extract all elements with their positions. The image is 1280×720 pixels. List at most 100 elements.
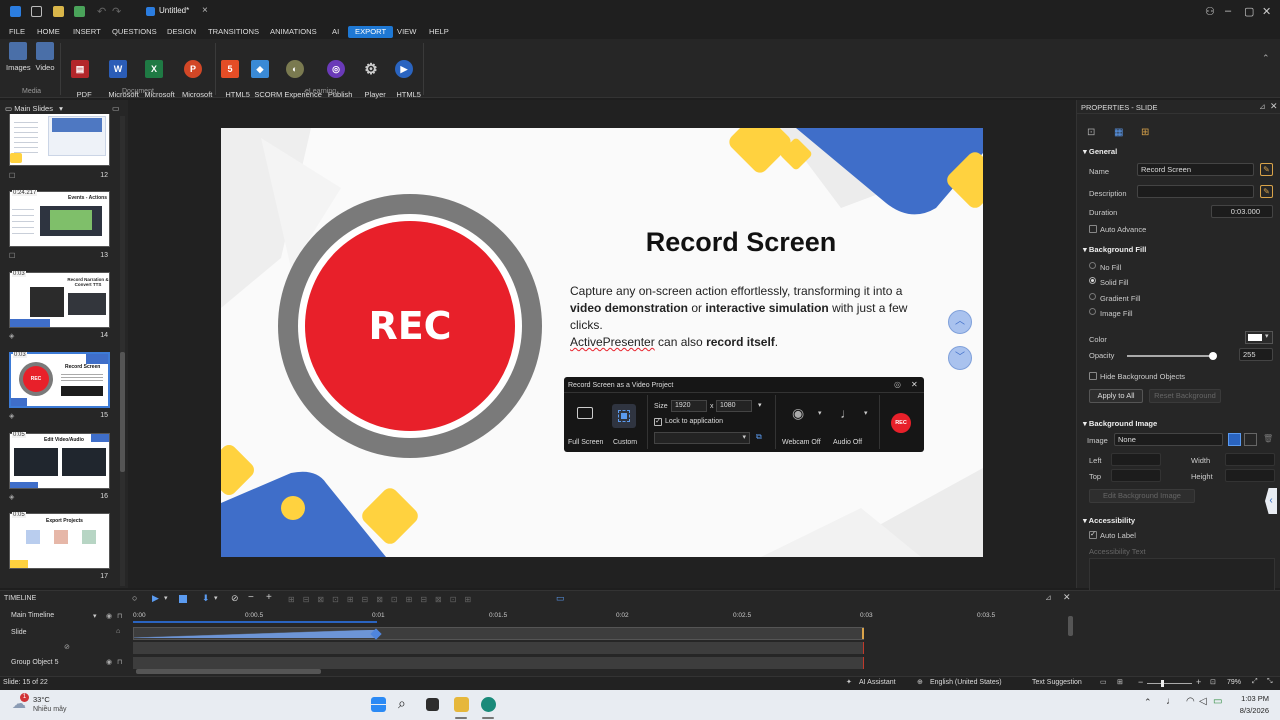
export-images-button[interactable]: Images bbox=[6, 42, 31, 72]
no-fill-radio[interactable] bbox=[1089, 262, 1096, 269]
gradient-fill-radio[interactable] bbox=[1089, 293, 1096, 300]
export-video-button[interactable]: Video bbox=[34, 42, 56, 72]
microphone-tray-icon[interactable]: ♩ bbox=[1166, 696, 1176, 707]
recorder-dialog[interactable]: Record Screen as a Video Project ◎ ✕ Ful… bbox=[564, 377, 924, 452]
undo-icon[interactable]: ↶ bbox=[97, 5, 106, 18]
solid-fill-label[interactable]: Solid Fill bbox=[1100, 278, 1128, 287]
marker-dropdown-icon[interactable]: ▾ bbox=[214, 594, 218, 602]
slide-track[interactable] bbox=[133, 627, 864, 640]
play-timeline-icon[interactable]: ▶ bbox=[152, 593, 159, 604]
account-icon[interactable]: ⚇ bbox=[1205, 5, 1215, 18]
marker-icon[interactable]: ⬇ bbox=[202, 593, 210, 604]
clock-date[interactable]: 8/3/2026 bbox=[1233, 706, 1269, 715]
zoom-out-icon[interactable]: − bbox=[1138, 677, 1143, 687]
left-input[interactable] bbox=[1111, 453, 1161, 466]
weather-status[interactable]: Nhiều mây bbox=[33, 706, 66, 713]
timeline-pin-icon[interactable]: ⊿ bbox=[1045, 593, 1052, 602]
zoom-slider[interactable] bbox=[1147, 680, 1192, 687]
temperature[interactable]: 33°C bbox=[33, 695, 50, 704]
auto-label-checkbox[interactable]: ✓ bbox=[1089, 531, 1097, 539]
grid-view-icon[interactable]: ⊞ bbox=[1117, 678, 1123, 686]
zoom-in-icon[interactable]: + bbox=[1196, 677, 1201, 687]
redo-icon[interactable]: ↷ bbox=[112, 5, 121, 18]
save-icon[interactable] bbox=[74, 6, 85, 17]
microphone-icon[interactable]: ♩ bbox=[840, 405, 854, 421]
scroll-down-button[interactable]: ﹀ bbox=[948, 346, 972, 370]
battery-icon[interactable]: ▭ bbox=[1213, 696, 1222, 707]
slides-scrollbar[interactable] bbox=[120, 116, 125, 586]
opacity-slider-thumb[interactable] bbox=[1209, 352, 1217, 360]
description-input[interactable] bbox=[1137, 185, 1254, 198]
fit-window-icon[interactable]: ⊡ bbox=[1210, 678, 1216, 686]
timeline-row-2[interactable]: ⊘ bbox=[0, 642, 1076, 656]
slide-thumbnail-16[interactable]: 0:05 Edit Video/Audio bbox=[9, 432, 110, 489]
image-fill-radio[interactable] bbox=[1089, 308, 1096, 315]
background-fill-section[interactable]: ▾ Background Fill bbox=[1083, 245, 1146, 254]
language-button[interactable]: English (United States) bbox=[930, 679, 1002, 686]
recorder-settings-icon[interactable]: ◎ bbox=[894, 380, 901, 389]
timeline-hscrollbar[interactable] bbox=[136, 669, 321, 674]
slide-thumbnail-17[interactable]: 0:05 Export Projects bbox=[9, 512, 110, 569]
pick-app-icon[interactable]: ⧉ bbox=[756, 432, 762, 442]
timeline-tools[interactable]: ⊞⊟⊠⊡⊞⊟⊠⊡⊞⊟⊠⊡⊞ bbox=[288, 595, 598, 604]
audio-label[interactable]: Audio Off bbox=[833, 439, 862, 446]
edit-background-image-button[interactable]: Edit Background Image bbox=[1089, 489, 1195, 503]
menu-export[interactable]: EXPORT bbox=[348, 26, 394, 38]
lock-label[interactable]: Lock to application bbox=[665, 418, 723, 425]
slide-canvas[interactable]: REC Record Screen Capture any on-screen … bbox=[221, 128, 983, 557]
stop-timeline-icon[interactable] bbox=[179, 595, 187, 603]
custom-label[interactable]: Custom bbox=[613, 439, 637, 446]
menu-transitions[interactable]: TRANSITIONS bbox=[203, 26, 264, 38]
slide-thumbnail-12[interactable] bbox=[9, 114, 110, 166]
pin-icon[interactable]: ⊿ bbox=[1259, 102, 1266, 111]
auto-label-label[interactable]: Auto Label bbox=[1100, 531, 1136, 540]
timeline-row-main[interactable]: Main Timeline ▾ ◉ ⊓ bbox=[0, 611, 130, 625]
duration-input[interactable]: 0:03.000 bbox=[1211, 205, 1273, 218]
export-scorm-button[interactable]: ◆ SCORM bbox=[246, 42, 282, 108]
file-explorer-icon[interactable] bbox=[454, 697, 469, 712]
play-dropdown-icon[interactable]: ▾ bbox=[164, 594, 168, 602]
height-input[interactable]: 1080 bbox=[716, 400, 752, 412]
panel-expand-tab[interactable]: ‹ bbox=[1265, 488, 1277, 514]
menu-help[interactable]: HELP bbox=[424, 26, 454, 38]
full-screen-label[interactable]: Full Screen bbox=[568, 439, 603, 446]
image-file-icon[interactable] bbox=[1244, 433, 1257, 446]
slide-thumbnail-14[interactable]: 0:03 Record Narration & Convert TTS bbox=[9, 271, 110, 328]
slide-properties-icon[interactable]: ⊡ bbox=[1087, 127, 1095, 138]
timeline-vscrollbar[interactable] bbox=[1068, 616, 1073, 636]
record-timeline-icon[interactable]: ○ bbox=[132, 593, 137, 603]
minimize-icon[interactable]: – bbox=[1225, 5, 1231, 17]
no-fill-label[interactable]: No Fill bbox=[1100, 263, 1121, 272]
menu-ai[interactable]: AI bbox=[327, 26, 344, 38]
open-folder-icon[interactable] bbox=[53, 6, 64, 17]
wifi-icon[interactable]: ◠ bbox=[1186, 696, 1195, 707]
export-html5-button[interactable]: 5 HTML5 bbox=[217, 42, 250, 108]
size-dropdown-icon[interactable]: ▾ bbox=[758, 401, 762, 409]
custom-area-icon[interactable] bbox=[612, 404, 636, 428]
volume-icon[interactable]: ◁ bbox=[1199, 696, 1207, 707]
width-input[interactable]: 1920 bbox=[671, 400, 707, 412]
timeline-row-slide[interactable]: Slide ⌂ bbox=[0, 627, 1076, 641]
scrollbar-thumb[interactable] bbox=[120, 352, 125, 472]
opacity-slider[interactable] bbox=[1127, 352, 1217, 360]
edit-name-icon[interactable]: ✎ bbox=[1260, 163, 1273, 176]
close-panel-icon[interactable]: ✕ bbox=[1270, 101, 1278, 112]
name-input[interactable]: Record Screen bbox=[1137, 163, 1254, 176]
visibility-icon[interactable]: ◉ bbox=[106, 612, 112, 620]
new-file-icon[interactable] bbox=[31, 6, 42, 17]
delete-image-icon[interactable]: 🗑 bbox=[1263, 434, 1273, 443]
general-section[interactable]: ▾ General bbox=[1083, 147, 1117, 156]
search-icon[interactable]: ⌕ bbox=[398, 695, 406, 712]
style-properties-icon[interactable]: ▦ bbox=[1114, 127, 1123, 138]
normal-view-icon[interactable]: ▭ bbox=[1100, 678, 1107, 686]
apply-to-all-button[interactable]: Apply to All bbox=[1089, 389, 1143, 403]
gradient-fill-label[interactable]: Gradient Fill bbox=[1100, 294, 1140, 303]
solid-fill-radio[interactable] bbox=[1089, 277, 1096, 284]
slide-thumbnail-13[interactable]: 0:24.217 Events - Actions bbox=[9, 190, 110, 247]
browse-image-icon[interactable] bbox=[1228, 433, 1241, 446]
task-view-icon[interactable] bbox=[426, 698, 439, 711]
zoom-out-timeline-icon[interactable]: − bbox=[248, 592, 254, 603]
background-image-section[interactable]: ▾ Background Image bbox=[1083, 419, 1157, 428]
panel-view-icon[interactable]: ▭ bbox=[112, 104, 120, 113]
visibility-icon[interactable]: ◉ bbox=[106, 658, 112, 666]
